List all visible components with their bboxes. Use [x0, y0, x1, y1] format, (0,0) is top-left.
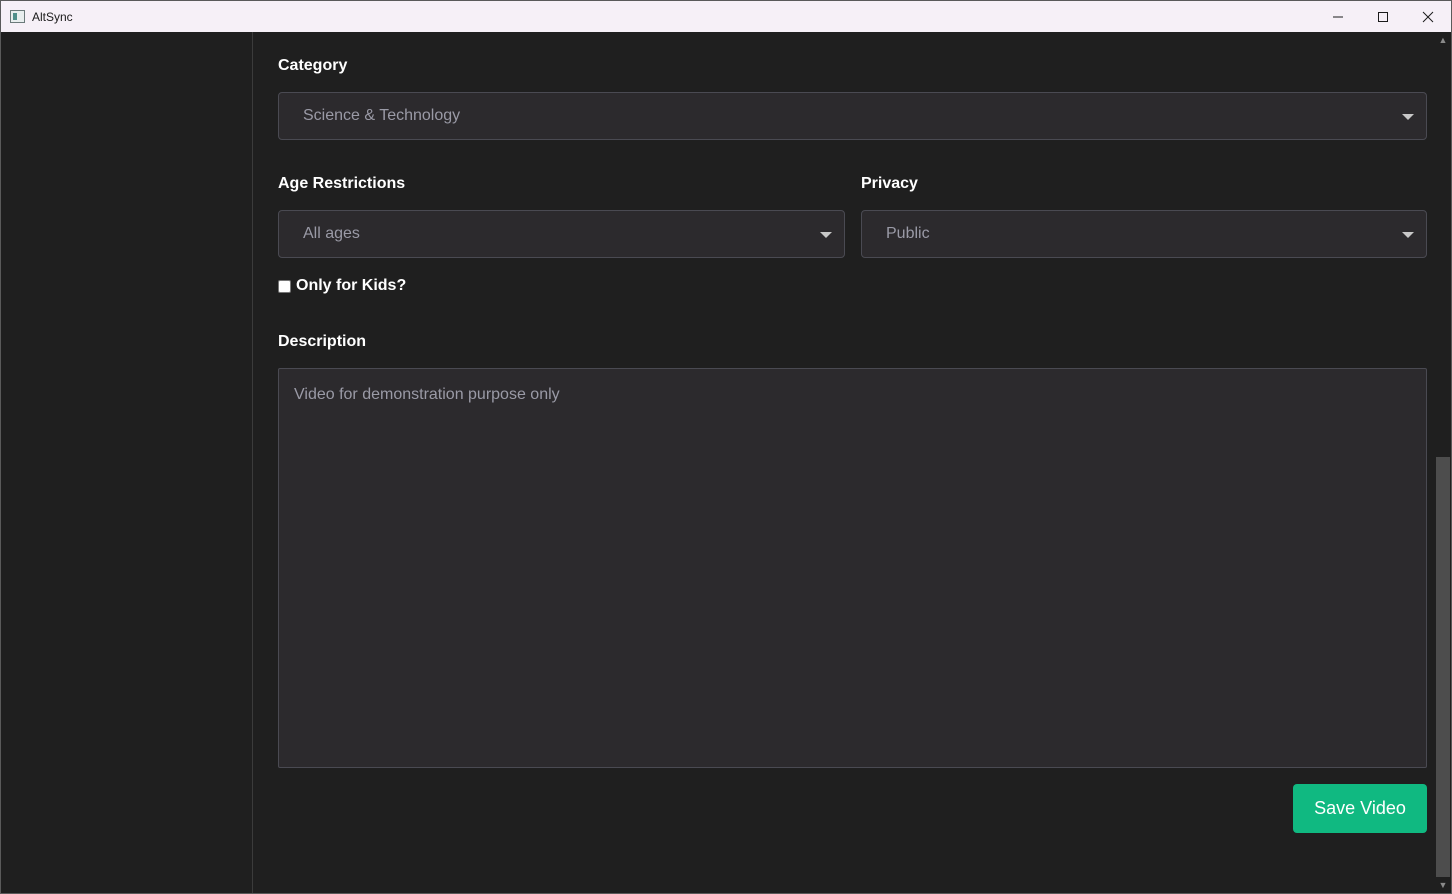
maximize-icon — [1378, 12, 1388, 22]
category-label: Category — [278, 57, 348, 74]
close-icon — [1422, 11, 1434, 23]
minimize-icon — [1333, 16, 1343, 18]
privacy-label: Privacy — [861, 175, 918, 192]
category-value: Science & Technology — [303, 107, 461, 124]
age-restrictions-select[interactable]: All ages — [278, 210, 845, 258]
chevron-down-icon — [1402, 114, 1414, 120]
privacy-value: Public — [886, 225, 930, 242]
kids-only-checkbox[interactable] — [278, 279, 291, 293]
age-restrictions-value: All ages — [303, 225, 360, 242]
description-label: Description — [278, 333, 367, 350]
minimize-button[interactable] — [1315, 1, 1361, 33]
description-textarea[interactable]: Video for demonstration purpose only — [278, 368, 1427, 768]
chevron-down-icon — [820, 232, 832, 238]
description-placeholder: Video for demonstration purpose only — [294, 386, 560, 403]
sidebar — [1, 32, 253, 893]
kids-only-label: Only for Kids? — [296, 277, 407, 294]
kids-only-row: Only for Kids? — [278, 277, 406, 295]
category-select[interactable]: Science & Technology — [278, 92, 1427, 140]
age-restrictions-label: Age Restrictions — [278, 175, 406, 192]
scrollbar-thumb[interactable] — [1436, 457, 1450, 877]
close-button[interactable] — [1405, 1, 1451, 33]
app-icon — [10, 10, 25, 23]
scroll-down-icon[interactable]: ▼ — [1438, 880, 1448, 890]
chevron-down-icon — [1402, 232, 1414, 238]
window-title: AltSync — [32, 10, 73, 24]
privacy-select[interactable]: Public — [861, 210, 1427, 258]
maximize-button[interactable] — [1360, 1, 1406, 33]
scroll-up-icon[interactable]: ▲ — [1438, 35, 1448, 45]
save-video-button[interactable]: Save Video — [1293, 784, 1427, 833]
window-titlebar: AltSync — [0, 0, 1452, 32]
